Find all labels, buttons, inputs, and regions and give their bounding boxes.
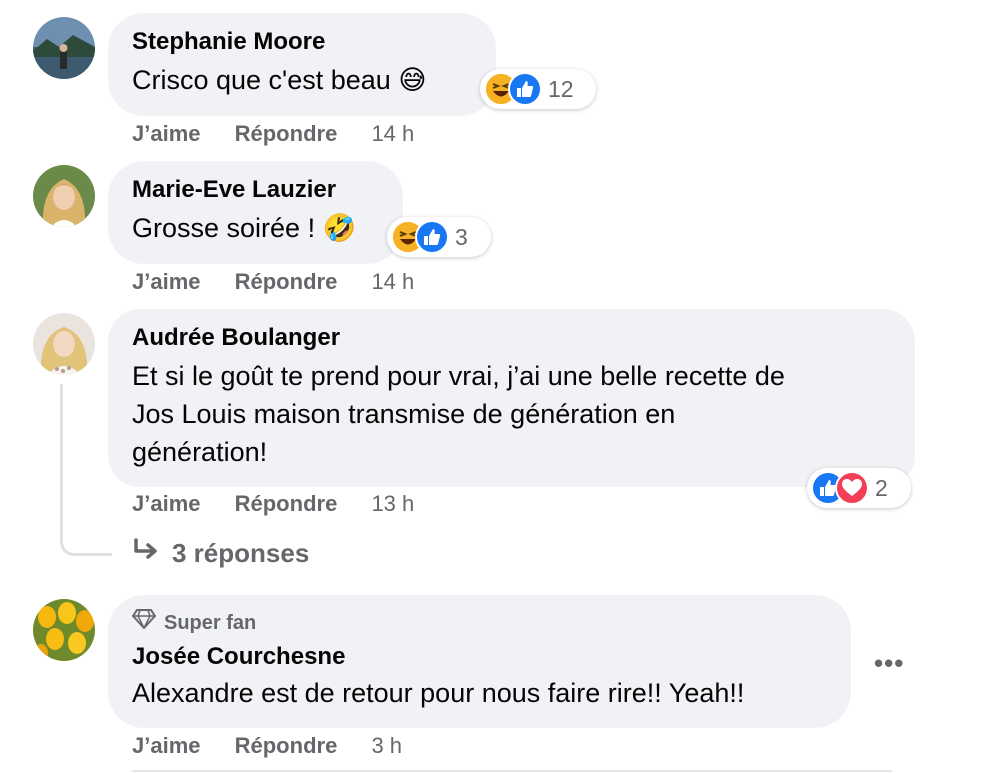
reply-button[interactable]: Répondre (235, 121, 338, 146)
comment-bubble: Super fan Josée Courchesne Alexandre est… (108, 595, 851, 728)
replies-count-label: 3 réponses (172, 538, 310, 568)
comment-text: Grosse soirée ! 🤣 (132, 213, 357, 243)
comment-time[interactable]: 14 h (371, 121, 414, 146)
reply-arrow-icon (132, 537, 162, 570)
comment-author[interactable]: Josée Courchesne (132, 642, 827, 672)
comment-text: Crisco que c'est beau 😅 (132, 65, 427, 95)
love-icon (835, 471, 869, 505)
reaction-summary[interactable]: 2 (807, 468, 911, 508)
like-button[interactable]: J’aime (132, 733, 201, 758)
comment-bubble: Stephanie Moore Crisco que c'est beau 😅 (108, 13, 496, 116)
comment-text: Alexandre est de retour pour nous faire … (132, 678, 745, 708)
comment-bubble: Marie-Eve Lauzier Grosse soirée ! 🤣 (108, 161, 403, 264)
comment-actions: J’aime Répondre 3 h (132, 733, 402, 759)
avatar-josee-courchesne[interactable] (33, 599, 95, 661)
reaction-count: 3 (455, 223, 468, 250)
avatar-stephanie-moore[interactable] (33, 17, 95, 79)
like-button[interactable]: J’aime (132, 121, 201, 146)
comment-author[interactable]: Stephanie Moore (132, 27, 472, 57)
comment-text: Et si le goût te prend pour vrai, j’ai u… (132, 361, 785, 467)
comment-author[interactable]: Audrée Boulanger (132, 323, 891, 353)
comment-author[interactable]: Marie-Eve Lauzier (132, 175, 379, 205)
comment-bubble: Audrée Boulanger Et si le goût te prend … (108, 309, 915, 487)
like-icon (508, 72, 542, 106)
divider (132, 770, 892, 772)
comment-actions: J’aime Répondre 14 h (132, 269, 414, 295)
like-button[interactable]: J’aime (132, 491, 201, 516)
reaction-count: 2 (875, 474, 888, 501)
reply-button[interactable]: Répondre (235, 269, 338, 294)
avatar-marie-eve-lauzier[interactable] (33, 165, 95, 227)
more-options-icon[interactable]: ••• (874, 648, 904, 679)
comment-time[interactable]: 13 h (371, 491, 414, 516)
avatar-audree-boulanger[interactable] (33, 313, 95, 375)
view-replies-button[interactable]: 3 réponses (132, 537, 309, 570)
comment-actions: J’aime Répondre 14 h (132, 121, 414, 147)
comment-time[interactable]: 14 h (371, 269, 414, 294)
super-fan-badge: Super fan (132, 609, 827, 636)
reaction-summary[interactable]: 12 (480, 69, 596, 109)
rofl-emoji: 🤣 (322, 213, 357, 243)
comment-actions: J’aime Répondre 13 h (132, 491, 414, 517)
comment-time[interactable]: 3 h (371, 733, 402, 758)
reply-button[interactable]: Répondre (235, 491, 338, 516)
reply-button[interactable]: Répondre (235, 733, 338, 758)
diamond-icon (132, 609, 156, 636)
sweat-smile-emoji: 😅 (398, 65, 427, 95)
like-icon (415, 220, 449, 254)
like-button[interactable]: J’aime (132, 269, 201, 294)
reaction-count: 12 (548, 75, 574, 102)
reaction-summary[interactable]: 3 (387, 217, 491, 257)
thread-connector-line (60, 384, 112, 556)
